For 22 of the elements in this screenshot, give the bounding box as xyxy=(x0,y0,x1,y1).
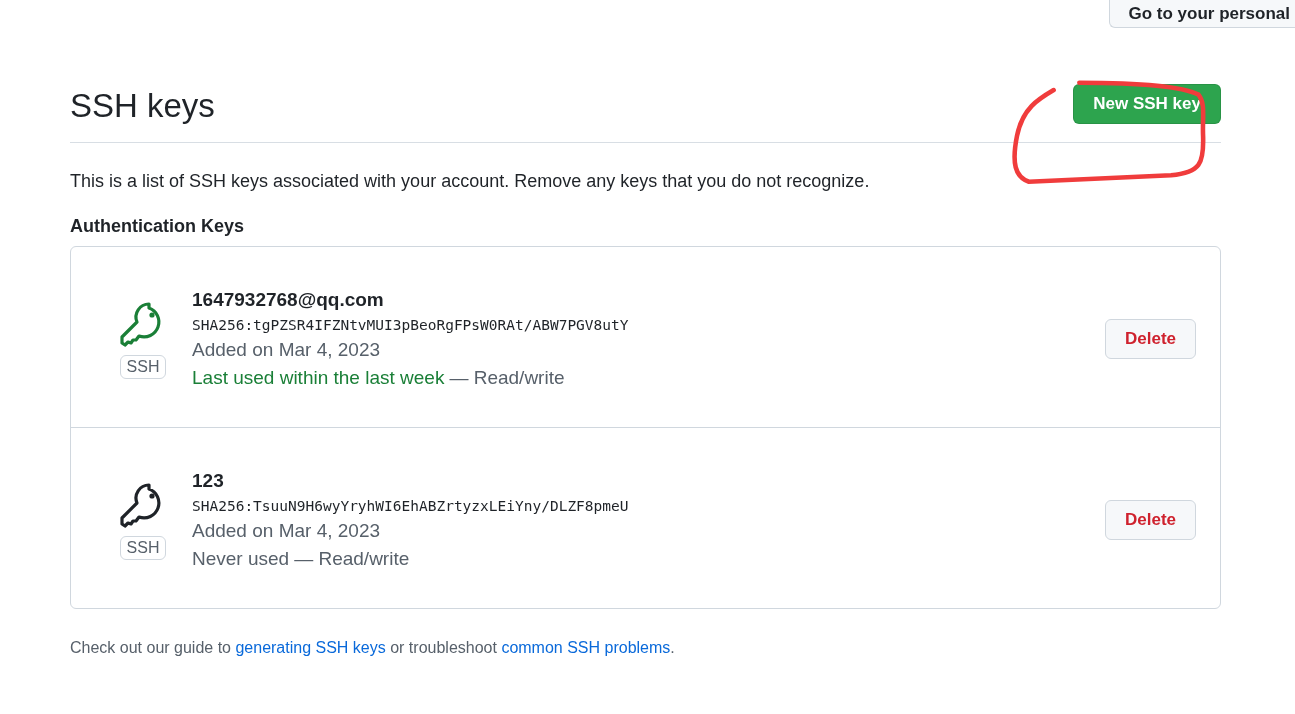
new-ssh-key-button[interactable]: New SSH key xyxy=(1073,84,1221,124)
key-type-label: SSH xyxy=(119,536,167,560)
troubleshoot-link[interactable]: common SSH problems xyxy=(501,639,671,656)
key-fingerprint: SHA256:TsuuN9H6wyYryhWI6EhABZrtyzxLEiYny/DLZF8pmeU xyxy=(192,498,630,514)
usage-status: Never used xyxy=(192,548,290,569)
added-date: Added on Mar 4, 2023 xyxy=(192,339,382,361)
key-title: 123 xyxy=(192,470,225,492)
delete-button[interactable]: Delete xyxy=(1104,500,1196,540)
access-level: — Read/write xyxy=(449,367,565,388)
page-title: SSH keys xyxy=(70,87,215,125)
access-level: — Read/write xyxy=(294,548,410,569)
key-title: 1647932768@qq.com xyxy=(192,289,385,311)
description-text: This is a list of SSH keys associated with your account. Remove any keys that you do not recognize. xyxy=(70,171,871,192)
guide-link[interactable]: generating SSH keys xyxy=(235,639,386,656)
delete-button[interactable]: Delete xyxy=(1104,319,1196,359)
usage-status: Last used within the last week xyxy=(192,367,445,388)
personal-profile-button[interactable]: Go to your personal xyxy=(1109,0,1295,28)
key-fingerprint: SHA256:tgPZSR4IFZNtvMUI3pBeoRgFPsW0RAt/ABW7PGV8utY xyxy=(192,317,630,333)
added-date: Added on Mar 4, 2023 xyxy=(192,520,382,542)
key-type-label: SSH xyxy=(119,355,167,379)
section-heading: Authentication Keys xyxy=(70,216,246,237)
footer-text: Check out our guide to generating SSH keys or troubleshoot common SSH problems. xyxy=(70,639,676,657)
